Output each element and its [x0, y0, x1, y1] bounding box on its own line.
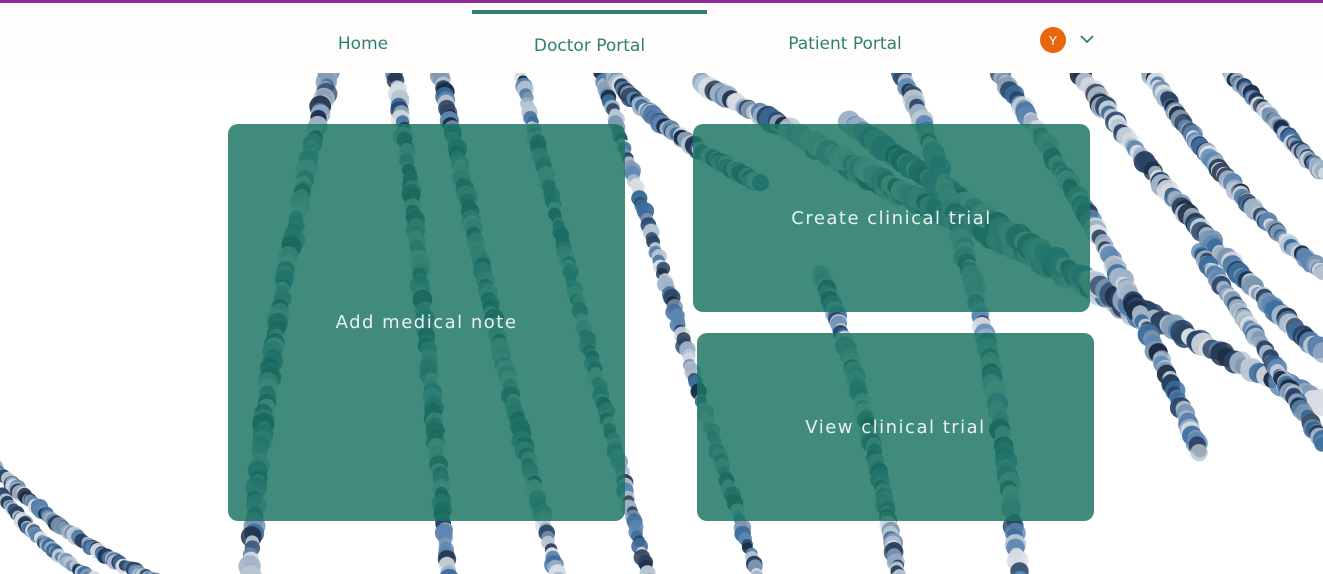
- chevron-down-icon[interactable]: [1078, 32, 1096, 46]
- create-clinical-trial-label: Create clinical trial: [791, 207, 992, 229]
- nav-patient-portal[interactable]: Patient Portal: [760, 3, 930, 73]
- user-avatar[interactable]: Y: [1040, 27, 1066, 53]
- dna-bead: [1190, 444, 1208, 462]
- nav-home[interactable]: Home: [290, 3, 436, 73]
- view-clinical-trial-card[interactable]: View clinical trial: [697, 333, 1094, 521]
- nav-doctor-portal[interactable]: Doctor Portal: [472, 10, 707, 73]
- dna-background: [0, 73, 1323, 574]
- create-clinical-trial-card[interactable]: Create clinical trial: [693, 124, 1090, 312]
- add-medical-note-card[interactable]: Add medical note: [228, 124, 625, 521]
- add-medical-note-label: Add medical note: [335, 312, 518, 333]
- view-clinical-trial-label: View clinical trial: [805, 416, 986, 438]
- dna-strands-image: [0, 73, 1323, 574]
- site-header: Home Doctor Portal Patient Portal Y: [0, 3, 1323, 73]
